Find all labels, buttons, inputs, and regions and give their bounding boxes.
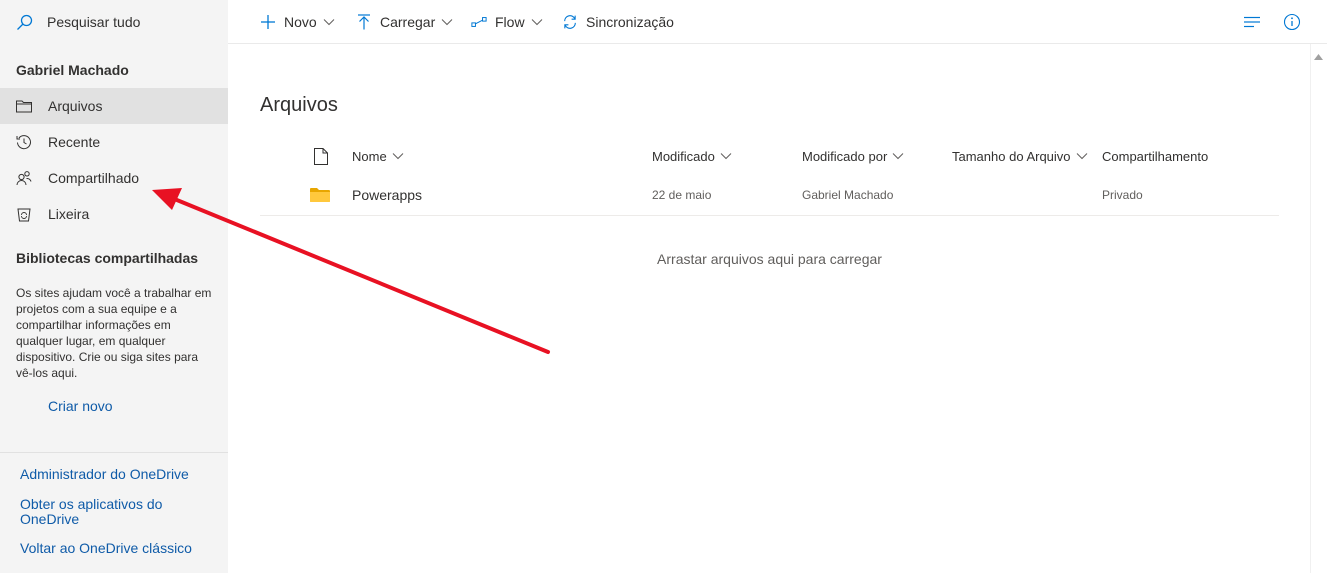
- upload-button[interactable]: Carregar: [356, 0, 453, 44]
- list-view-icon: [1243, 16, 1261, 28]
- info-icon: [1283, 13, 1301, 31]
- shared-libraries-description: Os sites ajudam você a trabalhar em proj…: [16, 286, 212, 380]
- get-apps-link[interactable]: Obter os aplicativos do OneDrive: [20, 497, 210, 527]
- sync-icon: [562, 14, 578, 30]
- column-header-modified-by[interactable]: Modificado por: [802, 138, 904, 174]
- sidebar-item-label: Arquivos: [48, 98, 103, 114]
- chevron-down-icon: [1076, 152, 1088, 160]
- page-title: Arquivos: [260, 94, 338, 116]
- document-icon: [314, 147, 328, 165]
- new-button-label: Novo: [284, 14, 317, 30]
- sidebar-item-label: Compartilhado: [48, 170, 140, 186]
- create-new-link[interactable]: Criar novo: [48, 398, 113, 414]
- flow-icon: [471, 14, 487, 30]
- column-header-label: Tamanho do Arquivo: [952, 148, 1071, 164]
- chevron-down-icon: [392, 152, 404, 160]
- sidebar-item-arquivos[interactable]: Arquivos: [0, 88, 228, 124]
- onedrive-admin-link[interactable]: Administrador do OneDrive: [20, 467, 210, 482]
- column-header-label: Modificado: [652, 148, 715, 164]
- sidebar: Pesquisar tudo Gabriel Machado Arquivos …: [0, 0, 228, 573]
- chevron-down-icon: [892, 152, 904, 160]
- people-icon: [16, 170, 32, 186]
- new-button[interactable]: Novo: [260, 0, 335, 44]
- shared-libraries-title: Bibliotecas compartilhadas: [16, 250, 199, 266]
- column-header-label: Modificado por: [802, 148, 888, 164]
- sidebar-nav: Arquivos Recente Compartilhado Lixeira: [0, 88, 228, 232]
- file-modified-by[interactable]: Gabriel Machado: [802, 175, 893, 215]
- upload-icon: [356, 14, 372, 30]
- search-icon: [16, 14, 33, 31]
- sync-button-label: Sincronização: [586, 14, 674, 30]
- upload-button-label: Carregar: [380, 14, 436, 30]
- sidebar-item-recente[interactable]: Recente: [0, 124, 228, 160]
- sidebar-item-label: Lixeira: [48, 206, 90, 222]
- file-type-header[interactable]: [314, 138, 328, 174]
- scroll-up-arrow-icon[interactable]: [1313, 48, 1324, 60]
- column-header-label: Compartilhamento: [1102, 148, 1209, 164]
- folder-icon: [16, 98, 32, 114]
- column-header-label: Nome: [352, 148, 387, 164]
- plus-icon: [260, 14, 276, 30]
- flow-button-label: Flow: [495, 14, 525, 30]
- info-button[interactable]: [1282, 12, 1302, 32]
- file-list-header: Nome Modificado Modificado por Tamanho d…: [260, 138, 1279, 174]
- recycle-bin-icon: [16, 206, 32, 222]
- drop-files-hint: Arrastar arquivos aqui para carregar: [657, 251, 882, 267]
- column-header-file-size[interactable]: Tamanho do Arquivo: [952, 138, 1088, 174]
- vertical-scrollbar[interactable]: [1310, 44, 1327, 573]
- sidebar-divider: [0, 452, 228, 453]
- sidebar-item-compartilhado[interactable]: Compartilhado: [0, 160, 228, 196]
- search-label: Pesquisar tudo: [47, 14, 141, 30]
- chevron-down-icon: [531, 18, 543, 26]
- flow-button[interactable]: Flow: [471, 0, 543, 44]
- file-modified: 22 de maio: [652, 188, 712, 202]
- classic-onedrive-link[interactable]: Voltar ao OneDrive clássico: [20, 541, 210, 556]
- sidebar-item-lixeira[interactable]: Lixeira: [0, 196, 228, 232]
- view-options-button[interactable]: [1242, 12, 1262, 32]
- sidebar-item-label: Recente: [48, 134, 101, 150]
- file-sharing[interactable]: Privado: [1102, 175, 1143, 215]
- folder-icon: [310, 175, 330, 215]
- onedrive-window: Pesquisar tudo Gabriel Machado Arquivos …: [0, 0, 1327, 573]
- table-row[interactable]: Powerapps 22 de maio Gabriel Machado Pri…: [260, 174, 1279, 216]
- chevron-down-icon: [441, 18, 453, 26]
- chevron-down-icon: [323, 18, 335, 26]
- chevron-down-icon: [720, 152, 732, 160]
- history-icon: [16, 134, 32, 150]
- column-header-modified[interactable]: Modificado: [652, 138, 732, 174]
- search-box[interactable]: Pesquisar tudo: [0, 0, 228, 44]
- command-bar: Novo Carregar Flow Sincronização: [228, 0, 1327, 44]
- file-name[interactable]: Powerapps: [352, 175, 422, 215]
- column-header-name[interactable]: Nome: [352, 138, 404, 174]
- sync-button[interactable]: Sincronização: [562, 0, 674, 44]
- column-header-sharing[interactable]: Compartilhamento: [1102, 138, 1208, 174]
- user-name: Gabriel Machado: [16, 62, 129, 78]
